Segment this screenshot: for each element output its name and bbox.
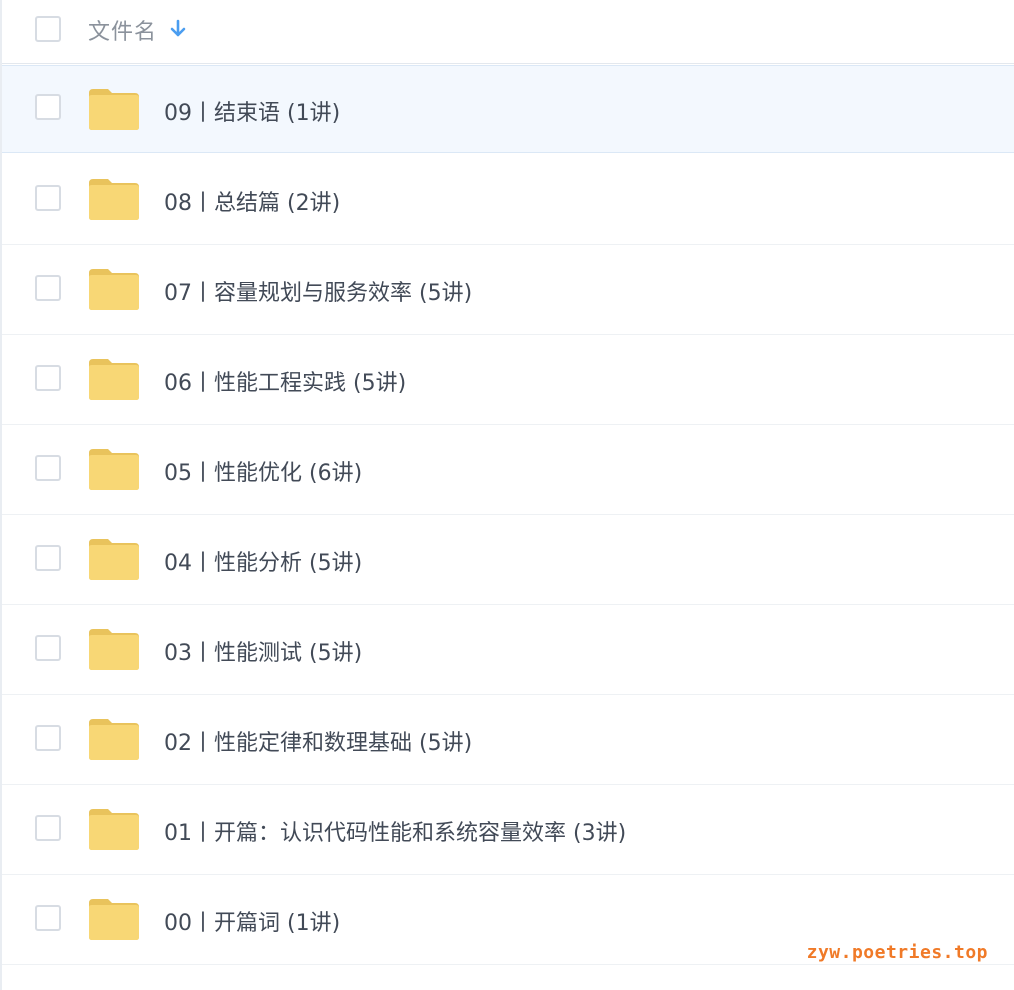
list-item[interactable]: 01丨开篇：认识代码性能和系统容量效率 (3讲) bbox=[2, 785, 1014, 875]
row-checkbox[interactable] bbox=[35, 725, 61, 751]
folder-icon bbox=[89, 629, 139, 670]
row-checkbox[interactable] bbox=[35, 905, 61, 931]
row-checkbox[interactable] bbox=[35, 365, 61, 391]
folder-name[interactable]: 07丨容量规划与服务效率 (5讲) bbox=[164, 275, 472, 307]
row-checkbox[interactable] bbox=[35, 94, 61, 120]
list-item[interactable]: 05丨性能优化 (6讲) bbox=[2, 425, 1014, 515]
folder-icon bbox=[89, 359, 139, 400]
arrow-down-icon[interactable] bbox=[168, 17, 188, 41]
folder-icon bbox=[89, 809, 139, 850]
folder-icon bbox=[89, 89, 139, 130]
filename-column-label[interactable]: 文件名 bbox=[88, 14, 157, 46]
folder-name[interactable]: 00丨开篇词 (1讲) bbox=[164, 905, 340, 937]
row-checkbox[interactable] bbox=[35, 635, 61, 661]
folder-name[interactable]: 04丨性能分析 (5讲) bbox=[164, 545, 362, 577]
folder-icon bbox=[89, 269, 139, 310]
folder-name[interactable]: 05丨性能优化 (6讲) bbox=[164, 455, 362, 487]
folder-icon bbox=[89, 179, 139, 220]
row-checkbox[interactable] bbox=[35, 185, 61, 211]
row-checkbox[interactable] bbox=[35, 455, 61, 481]
list-item[interactable]: 04丨性能分析 (5讲) bbox=[2, 515, 1014, 605]
file-list-header: 文件名 bbox=[2, 0, 1014, 64]
watermark: zyw.poetries.top bbox=[806, 942, 988, 963]
list-item[interactable]: 08丨总结篇 (2讲) bbox=[2, 155, 1014, 245]
list-item[interactable]: 03丨性能测试 (5讲) bbox=[2, 605, 1014, 695]
list-item[interactable]: 09丨结束语 (1讲) bbox=[2, 65, 1014, 153]
folder-name[interactable]: 02丨性能定律和数理基础 (5讲) bbox=[164, 725, 472, 757]
list-item[interactable]: 06丨性能工程实践 (5讲) bbox=[2, 335, 1014, 425]
folder-name[interactable]: 06丨性能工程实践 (5讲) bbox=[164, 365, 406, 397]
list-item[interactable]: 07丨容量规划与服务效率 (5讲) bbox=[2, 245, 1014, 335]
list-item[interactable]: 02丨性能定律和数理基础 (5讲) bbox=[2, 695, 1014, 785]
folder-icon bbox=[89, 539, 139, 580]
row-checkbox[interactable] bbox=[35, 275, 61, 301]
row-checkbox[interactable] bbox=[35, 545, 61, 571]
folder-icon bbox=[89, 899, 139, 940]
folder-name[interactable]: 03丨性能测试 (5讲) bbox=[164, 635, 362, 667]
folder-name[interactable]: 09丨结束语 (1讲) bbox=[164, 95, 340, 127]
select-all-checkbox[interactable] bbox=[35, 16, 61, 42]
folder-name[interactable]: 08丨总结篇 (2讲) bbox=[164, 185, 340, 217]
folder-name[interactable]: 01丨开篇：认识代码性能和系统容量效率 (3讲) bbox=[164, 815, 626, 847]
folder-icon bbox=[89, 719, 139, 760]
row-checkbox[interactable] bbox=[35, 815, 61, 841]
folder-list: 09丨结束语 (1讲) 08丨总结篇 (2讲) 07丨容量规划与服务效率 (5讲… bbox=[2, 65, 1014, 965]
folder-icon bbox=[89, 449, 139, 490]
